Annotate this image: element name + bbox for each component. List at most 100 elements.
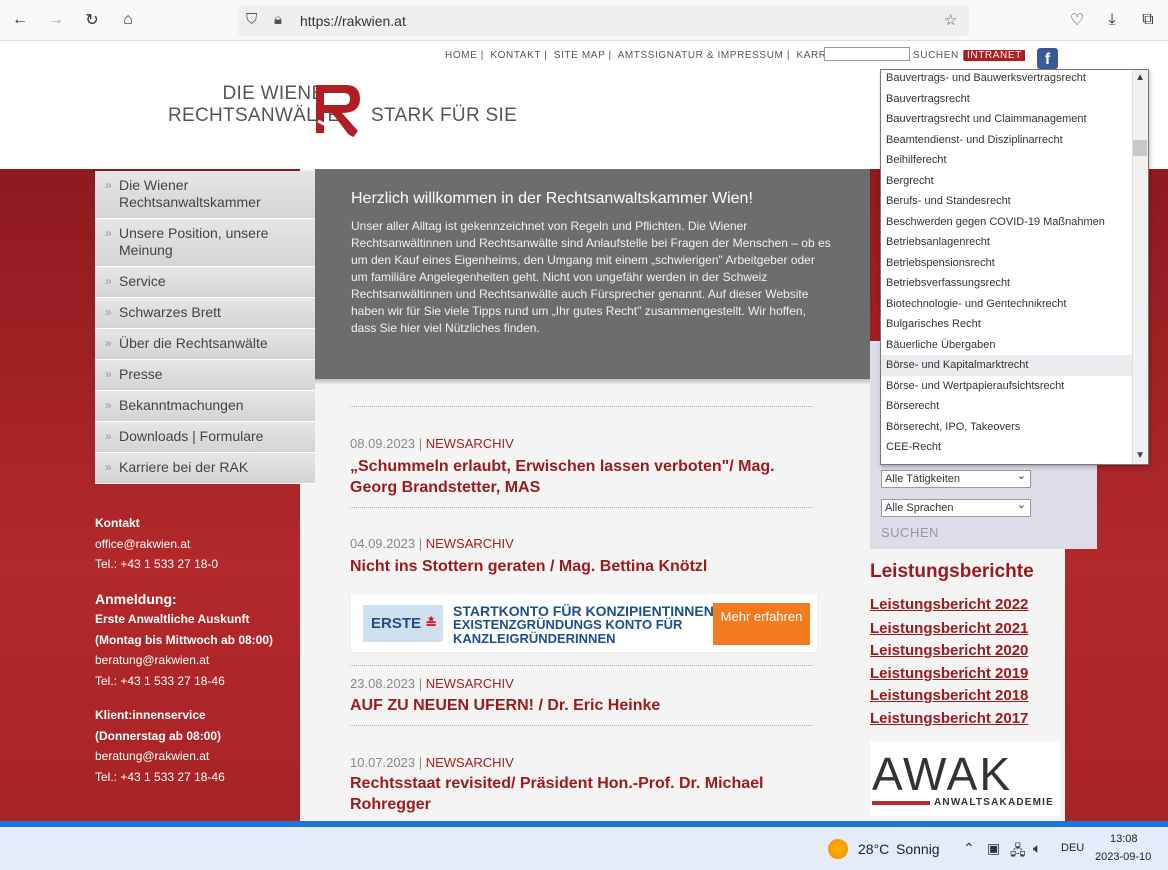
dropdown-option[interactable]: Bergrecht [881, 171, 1133, 192]
home-icon[interactable]: ⌂ [116, 8, 140, 32]
news-date: 04.09.2023 [350, 536, 416, 551]
leistungsbericht-link[interactable]: Leistungsbericht 2021 [870, 620, 1028, 637]
back-arrow-icon[interactable]: ← [8, 8, 32, 32]
dropdown-option[interactable]: Berufs- und Standesrecht [881, 191, 1133, 212]
dropdown-option[interactable]: Betriebsanlagenrecht [881, 232, 1133, 253]
awak-logo[interactable]: AWAK ANWALTSAKADEMIE [870, 741, 1060, 816]
dropdown-option[interactable]: Bauvertragsrecht und Claimmanagement [881, 109, 1133, 130]
dropdown-option[interactable]: Bauvertrags- und Bauwerksvertragsrecht [881, 70, 1133, 89]
news-title[interactable]: AUF ZU NEUEN UFERN! / Dr. Eric Heinke [350, 695, 810, 716]
clock-time[interactable]: 13:08 [1110, 833, 1138, 845]
dropdown-option[interactable]: Börse- und Wertpapieraufsichtsrecht [881, 376, 1133, 397]
network-icon[interactable]: 🖧︎ [1010, 840, 1026, 864]
sidebar-item-schwarzes-brett[interactable]: Schwarzes Brett [95, 298, 315, 329]
anmeldung-heading: Anmeldung: [95, 590, 177, 607]
link-kontakt[interactable]: KONTAKT | [490, 50, 547, 61]
logo-r-icon[interactable] [312, 81, 364, 143]
news-title[interactable]: „Schummeln erlaubt, Erwischen lassen ver… [350, 456, 810, 498]
news-category[interactable]: NEWSARCHIV [426, 676, 514, 691]
taetigkeit-select[interactable]: Alle Tätigkeiten [881, 470, 1031, 488]
shield-icon[interactable]: ⛉ [246, 11, 257, 28]
sidebar-item-presse[interactable]: Presse [95, 360, 315, 391]
extensions-icon[interactable]: ⧉ [1136, 8, 1160, 32]
sidebar-item-ueber[interactable]: Über die Rechtsanwälte [95, 329, 315, 360]
banner-text: STARTKONTO FÜR KONZIPIENTINNEN EXISTENZG… [453, 604, 714, 646]
dropdown-option[interactable]: Betriebsverfassungsrecht [881, 273, 1133, 294]
sidebar-item-position[interactable]: Unsere Position, unsere Meinung [95, 219, 315, 267]
news-category[interactable]: NEWSARCHIV [426, 436, 514, 451]
facebook-icon[interactable]: f [1037, 48, 1058, 69]
leistungsbericht-link[interactable]: Leistungsbericht 2022 [870, 596, 1028, 613]
scroll-down-icon[interactable]: ▼ [1135, 450, 1145, 461]
dropdown-option[interactable]: Biotechnologie- und Gentechnikrecht [881, 294, 1133, 315]
contact-tel: Tel.: +43 1 533 27 18-0 [95, 557, 219, 571]
leistungsbericht-link[interactable]: Leistungsbericht 2018 [870, 687, 1028, 704]
news-title[interactable]: Nicht ins Stottern geraten / Mag. Bettin… [350, 556, 810, 577]
meet-icon[interactable]: ▣ [987, 840, 1000, 857]
link-sitemap[interactable]: SITE MAP | [554, 50, 612, 61]
news-meta: 08.09.2023 | NEWSARCHIV [350, 436, 514, 451]
dropdown-option[interactable]: Beschwerden gegen COVID-19 Maßnahmen [881, 212, 1133, 233]
dropdown-option[interactable]: Bäuerliche Übergaben [881, 335, 1133, 356]
dropdown-option[interactable]: Betriebspensionsrecht [881, 253, 1133, 274]
leistungsbericht-link[interactable]: Leistungsbericht 2019 [870, 665, 1028, 682]
sidebar-item-service[interactable]: Service [95, 267, 315, 298]
input-language[interactable]: DEU [1061, 842, 1084, 854]
news-date: 23.08.2023 [350, 676, 416, 691]
download-icon[interactable]: ⤓ [1100, 8, 1124, 32]
welcome-shadow [315, 379, 870, 385]
divider [350, 507, 813, 508]
news-sep: | [418, 436, 423, 451]
news-category[interactable]: NEWSARCHIV [426, 536, 514, 551]
divider [350, 665, 813, 666]
auskunft-email[interactable]: beratung@rakwien.at [95, 650, 295, 671]
dropdown-scrollbar[interactable]: ▲ ▼ [1132, 70, 1148, 464]
banner-cta-button[interactable]: Mehr erfahren [713, 603, 810, 645]
news-category[interactable]: NEWSARCHIV [426, 755, 514, 770]
scroll-up-icon[interactable]: ▲ [1135, 72, 1145, 83]
top-search-input[interactable] [824, 47, 910, 61]
volume-icon[interactable]: 🔈︎ [1033, 840, 1041, 857]
contact-email[interactable]: office@rakwien.at [95, 534, 295, 555]
link-impressum[interactable]: AMTSSIGNATUR & IMPRESSUM | [618, 50, 790, 61]
service-email[interactable]: beratung@rakwien.at [95, 746, 295, 767]
leistungsbericht-link[interactable]: Leistungsbericht 2020 [870, 642, 1028, 659]
search-submit-button[interactable]: SUCHEN [881, 525, 939, 540]
weather-condition[interactable]: Sonnig [896, 841, 940, 857]
rechtsgebiet-dropdown-list[interactable]: Bauvertrags- und Bauwerksvertragsrecht Ba… [880, 69, 1149, 465]
sidebar-item-karriere[interactable]: Karriere bei der RAK [95, 453, 315, 484]
news-date: 10.07.2023 [350, 755, 416, 770]
pocket-icon[interactable]: ♡ [1065, 8, 1089, 32]
reload-icon[interactable]: ↻ [80, 8, 104, 32]
banner-line2: EXISTENZGRÜNDUNGS KONTO FÜR [453, 617, 683, 632]
link-home[interactable]: HOME | [445, 50, 484, 61]
erste-mark: ≛ [425, 615, 437, 631]
sidebar-item-rechtsanwaltskammer[interactable]: Die Wiener Rechtsanwaltskammer [95, 171, 315, 219]
dropdown-option[interactable]: Börserecht [881, 396, 1133, 417]
scroll-thumb[interactable] [1133, 140, 1147, 156]
bookmark-star-icon[interactable]: ☆ [944, 11, 957, 29]
sprache-select[interactable]: Alle Sprachen [881, 499, 1031, 517]
top-search-button[interactable]: SUCHEN | [913, 50, 965, 61]
erste-banner-ad[interactable]: ERSTE ≛ STARTKONTO FÜR KONZIPIENTINNEN E… [350, 593, 818, 653]
chevron-up-icon[interactable]: ⌃ [963, 840, 975, 857]
service-tel: Tel.: +43 1 533 27 18-46 [95, 769, 225, 784]
dropdown-option[interactable]: Bulgarisches Recht [881, 314, 1133, 335]
dropdown-option[interactable]: Beamtendienst- und Disziplinarrecht [881, 130, 1133, 151]
sidebar-item-downloads[interactable]: Downloads | Formulare [95, 422, 315, 453]
dropdown-option[interactable]: Beihilferecht [881, 150, 1133, 171]
clock-date[interactable]: 2023-09-10 [1095, 851, 1151, 863]
news-title[interactable]: Rechtsstaat revisited/ Präsident Hon.-Pr… [350, 773, 810, 815]
sun-icon[interactable] [828, 839, 848, 859]
dropdown-option[interactable]: Börse- und Kapitalmarktrecht [881, 355, 1133, 376]
dropdown-option[interactable]: CEE-Recht [881, 437, 1133, 458]
leistungsbericht-link[interactable]: Leistungsbericht 2017 [870, 710, 1028, 727]
awak-underline [872, 801, 930, 805]
forward-arrow-icon[interactable]: → [44, 8, 68, 32]
dropdown-option[interactable]: Bauvertragsrecht [881, 89, 1133, 110]
sidebar-item-bekanntmachungen[interactable]: Bekanntmachungen [95, 391, 315, 422]
url-bar[interactable]: ⛉ 🔒︎ https://rakwien.at ☆ [238, 5, 969, 36]
weather-temp[interactable]: 28°C [858, 841, 889, 857]
dropdown-option[interactable]: Börserecht, IPO, Takeovers [881, 417, 1133, 438]
intranet-link[interactable]: INTRANET [964, 50, 1025, 61]
